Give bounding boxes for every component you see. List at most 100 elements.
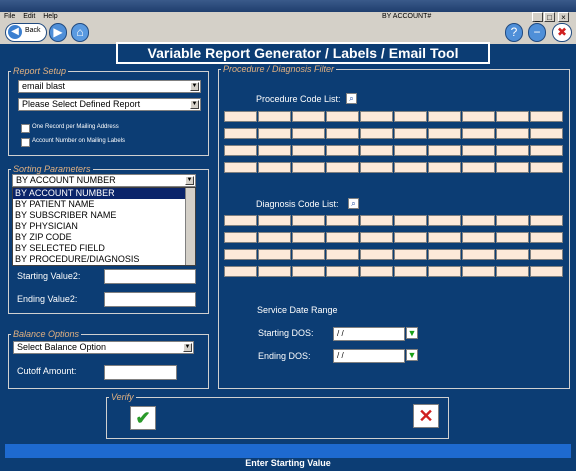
ending-value2-input[interactable] [104,292,196,307]
one-record-checkbox[interactable] [21,124,30,133]
balance-select[interactable]: Select Balance Option ▼ [13,341,194,354]
minimize-button[interactable]: _ [532,12,543,22]
exit-button[interactable]: ✖ [552,23,572,42]
procedure-code-cell[interactable] [496,162,529,173]
diagnosis-code-cell[interactable] [224,266,257,277]
diagnosis-code-cell[interactable] [326,249,359,260]
menu-edit[interactable]: Edit [23,12,35,22]
diagnosis-code-cell[interactable] [258,232,291,243]
back-button[interactable]: ◀ Back [5,23,47,42]
diagnosis-code-cell[interactable] [292,232,325,243]
procedure-code-cell[interactable] [394,128,427,139]
procedure-code-cell[interactable] [224,128,257,139]
procedure-code-cell[interactable] [258,162,291,173]
ending-dos-dropdown-icon[interactable]: ▼ [406,349,418,361]
minimize-tool-button[interactable]: − [528,23,546,42]
sort-options-list[interactable]: BY ACCOUNT NUMBER BY PATIENT NAME BY SUB… [12,187,196,266]
menu-help[interactable]: Help [43,12,57,22]
diagnosis-code-cell[interactable] [428,249,461,260]
procedure-code-cell[interactable] [428,162,461,173]
procedure-code-cell[interactable] [462,162,495,173]
diagnosis-code-cell[interactable] [462,232,495,243]
diagnosis-code-cell[interactable] [326,266,359,277]
starting-dos-input[interactable]: / / [333,327,405,341]
procedure-code-cell[interactable] [292,111,325,122]
diagnosis-code-cell[interactable] [496,249,529,260]
ending-dos-input[interactable]: / / [333,349,405,363]
diagnosis-code-cell[interactable] [394,215,427,226]
diagnosis-code-cell[interactable] [530,232,563,243]
diagnosis-code-cell[interactable] [462,249,495,260]
chevron-down-icon[interactable]: ▼ [190,100,199,109]
procedure-code-cell[interactable] [258,128,291,139]
procedure-code-cell[interactable] [530,111,563,122]
diagnosis-code-cell[interactable] [360,266,393,277]
diagnosis-code-cell[interactable] [292,249,325,260]
procedure-code-cell[interactable] [496,111,529,122]
procedure-code-cell[interactable] [530,145,563,156]
procedure-code-cell[interactable] [462,128,495,139]
defined-report-select[interactable]: Please Select Defined Report ▼ [18,98,201,111]
diagnosis-code-cell[interactable] [292,215,325,226]
sort-option-account[interactable]: BY ACCOUNT NUMBER [13,188,195,199]
cancel-button[interactable]: ✕ [413,404,439,428]
report-select[interactable]: email blast ▼ [18,80,201,93]
starting-value2-input[interactable] [104,269,196,284]
forward-button[interactable]: ▶ [49,23,67,42]
diagnosis-code-cell[interactable] [292,266,325,277]
diagnosis-code-cell[interactable] [530,266,563,277]
sort-option-patient[interactable]: BY PATIENT NAME [13,199,195,210]
cutoff-input[interactable] [104,365,177,380]
procedure-code-cell[interactable] [462,111,495,122]
diagnosis-code-cell[interactable] [258,266,291,277]
diagnosis-code-cell[interactable] [530,215,563,226]
procedure-code-cell[interactable] [326,111,359,122]
diagnosis-code-cell[interactable] [428,266,461,277]
diagnosis-code-cell[interactable] [360,215,393,226]
diagnosis-code-cell[interactable] [224,232,257,243]
diagnosis-code-cell[interactable] [326,232,359,243]
confirm-button[interactable]: ✔ [130,406,156,430]
procedure-code-cell[interactable] [258,111,291,122]
diagnosis-code-cell[interactable] [496,266,529,277]
procedure-code-cell[interactable] [530,128,563,139]
diagnosis-code-cell[interactable] [428,215,461,226]
diagnosis-code-cell[interactable] [326,215,359,226]
sort-option-physician[interactable]: BY PHYSICIAN [13,221,195,232]
diagnosis-code-cell[interactable] [462,215,495,226]
menu-file[interactable]: File [4,12,15,22]
procedure-search-icon[interactable]: ⌕ [346,93,357,104]
sort-option-field[interactable]: BY SELECTED FIELD [13,243,195,254]
procedure-code-cell[interactable] [496,128,529,139]
diagnosis-code-cell[interactable] [462,266,495,277]
diagnosis-search-icon[interactable]: ⌕ [348,198,359,209]
maximize-button[interactable]: □ [544,12,555,22]
diagnosis-code-cell[interactable] [394,266,427,277]
procedure-code-cell[interactable] [496,145,529,156]
help-button[interactable]: ? [505,23,523,42]
diagnosis-code-cell[interactable] [258,249,291,260]
diagnosis-code-cell[interactable] [394,249,427,260]
diagnosis-code-cell[interactable] [360,249,393,260]
procedure-code-cell[interactable] [428,128,461,139]
procedure-code-cell[interactable] [258,145,291,156]
starting-dos-dropdown-icon[interactable]: ▼ [406,327,418,339]
diagnosis-code-cell[interactable] [224,249,257,260]
procedure-code-cell[interactable] [292,128,325,139]
procedure-code-cell[interactable] [360,162,393,173]
procedure-code-cell[interactable] [326,145,359,156]
sort-option-procedure[interactable]: BY PROCEDURE/DIAGNOSIS [13,254,195,265]
procedure-code-cell[interactable] [462,145,495,156]
sort-option-subscriber[interactable]: BY SUBSCRIBER NAME [13,210,195,221]
procedure-code-cell[interactable] [428,145,461,156]
procedure-code-cell[interactable] [428,111,461,122]
diagnosis-code-cell[interactable] [530,249,563,260]
chevron-down-icon[interactable]: ▼ [185,176,194,185]
procedure-code-cell[interactable] [360,145,393,156]
diagnosis-code-cell[interactable] [258,215,291,226]
diagnosis-code-cell[interactable] [224,215,257,226]
chevron-down-icon[interactable]: ▼ [183,343,192,352]
sort-option-zip[interactable]: BY ZIP CODE [13,232,195,243]
procedure-code-cell[interactable] [326,128,359,139]
procedure-code-cell[interactable] [292,145,325,156]
